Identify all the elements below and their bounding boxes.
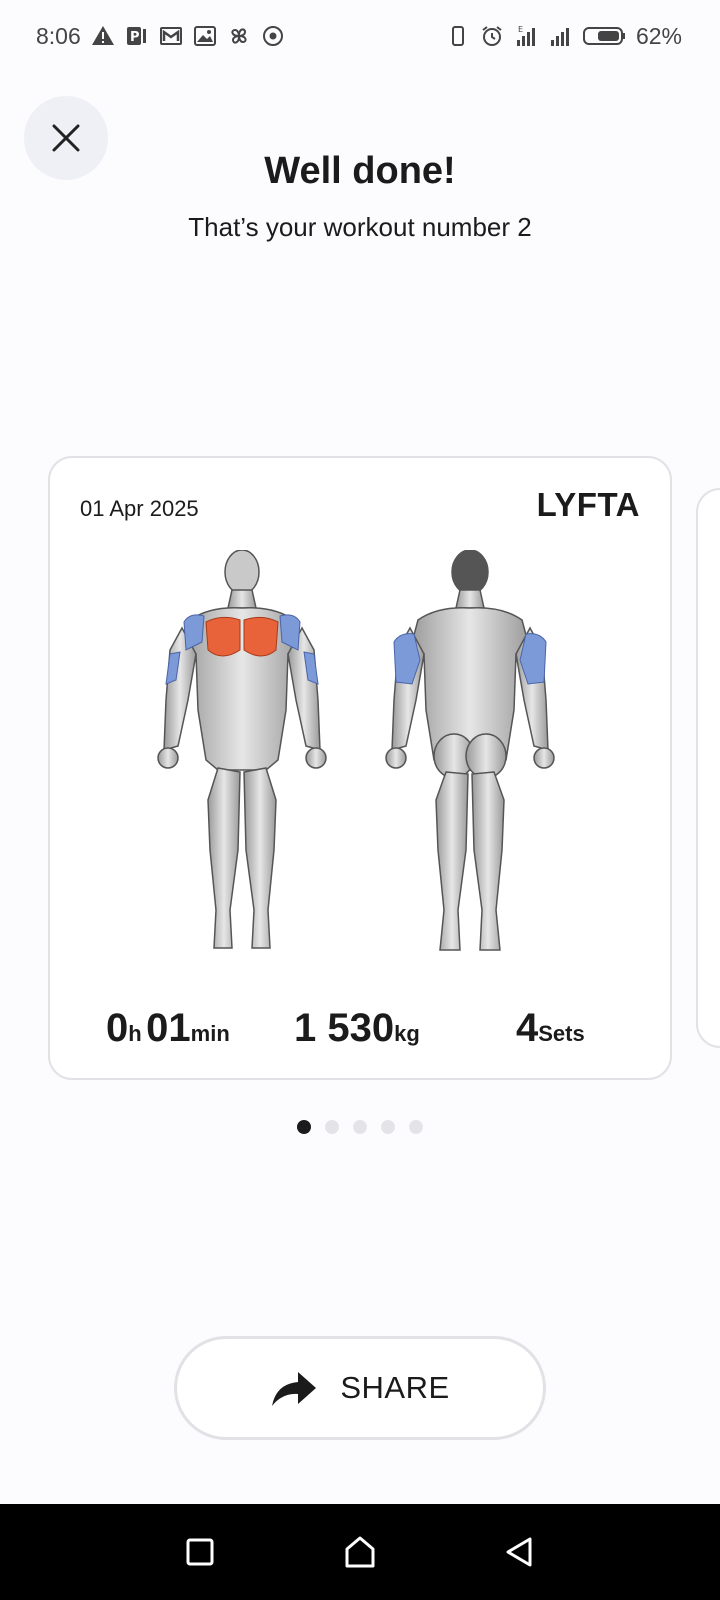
image-icon	[193, 24, 217, 48]
workout-stats: 0h 01min 1 530kg 4Sets	[50, 1006, 674, 1066]
back-body-figure	[385, 549, 555, 951]
battery-percent: 62%	[635, 22, 682, 49]
page-title: Well done!	[264, 150, 456, 192]
next-card-peek[interactable]	[696, 488, 720, 1048]
workout-date: 01 Apr 2025	[80, 496, 199, 521]
gmail-icon	[159, 24, 183, 48]
workout-summary-card[interactable]: 01 Apr 2025 LYFTA 0h 01min 1 530kg 4Sets	[48, 456, 672, 1080]
stat-hours-unit: h	[128, 1021, 142, 1046]
front-body-figure	[157, 549, 327, 949]
stat-sets: 4Sets	[516, 1006, 585, 1051]
recents-button[interactable]	[180, 1532, 220, 1572]
signal-e-icon: E	[514, 24, 538, 48]
record-icon	[261, 24, 285, 48]
svg-text:E: E	[518, 25, 523, 34]
share-arrow-icon	[272, 1372, 317, 1406]
signal-icon	[548, 24, 572, 48]
system-nav-bar	[0, 1504, 720, 1600]
pager-dot[interactable]	[353, 1120, 367, 1134]
brand-logo: LYFTA	[536, 486, 640, 523]
status-bar: 8:06 P E 62%	[0, 0, 720, 72]
pager-dots	[0, 1120, 720, 1134]
status-time: 8:06	[36, 22, 81, 49]
pinwheel-icon	[227, 24, 251, 48]
stat-hours-value: 0	[106, 1006, 129, 1050]
pager-dot[interactable]	[409, 1120, 423, 1134]
stat-volume-value: 1 530	[294, 1006, 395, 1050]
svg-text:P: P	[130, 30, 140, 45]
pager-dot[interactable]	[297, 1120, 311, 1134]
home-icon	[345, 1536, 375, 1568]
stat-duration: 0h 01min	[106, 1006, 230, 1051]
pager-dot[interactable]	[381, 1120, 395, 1134]
muscle-figures-svg	[157, 549, 555, 951]
status-right: E 62%	[446, 23, 682, 50]
share-button[interactable]: SHARE	[174, 1336, 546, 1440]
stat-volume-unit: kg	[394, 1021, 420, 1046]
stat-sets-unit: Sets	[538, 1021, 585, 1046]
share-button-label: SHARE	[340, 1370, 450, 1405]
muscle-map	[50, 549, 674, 960]
alarm-icon	[480, 24, 504, 48]
stat-minutes-value: 01	[146, 1006, 191, 1050]
pager-dot[interactable]	[325, 1120, 339, 1134]
vibrate-icon	[446, 24, 470, 48]
stat-minutes-unit: min	[190, 1021, 230, 1046]
recents-icon	[186, 1538, 214, 1566]
home-button[interactable]	[340, 1532, 380, 1572]
back-icon	[506, 1537, 532, 1567]
status-left: 8:06 P	[36, 23, 285, 50]
parking-icon: P	[125, 24, 149, 48]
battery-icon	[582, 24, 626, 48]
warning-icon	[91, 24, 115, 48]
back-button[interactable]	[500, 1532, 540, 1572]
stat-volume: 1 530kg	[294, 1006, 420, 1051]
stat-sets-value: 4	[516, 1006, 539, 1050]
page-subtitle: That’s your workout number 2	[188, 212, 532, 242]
